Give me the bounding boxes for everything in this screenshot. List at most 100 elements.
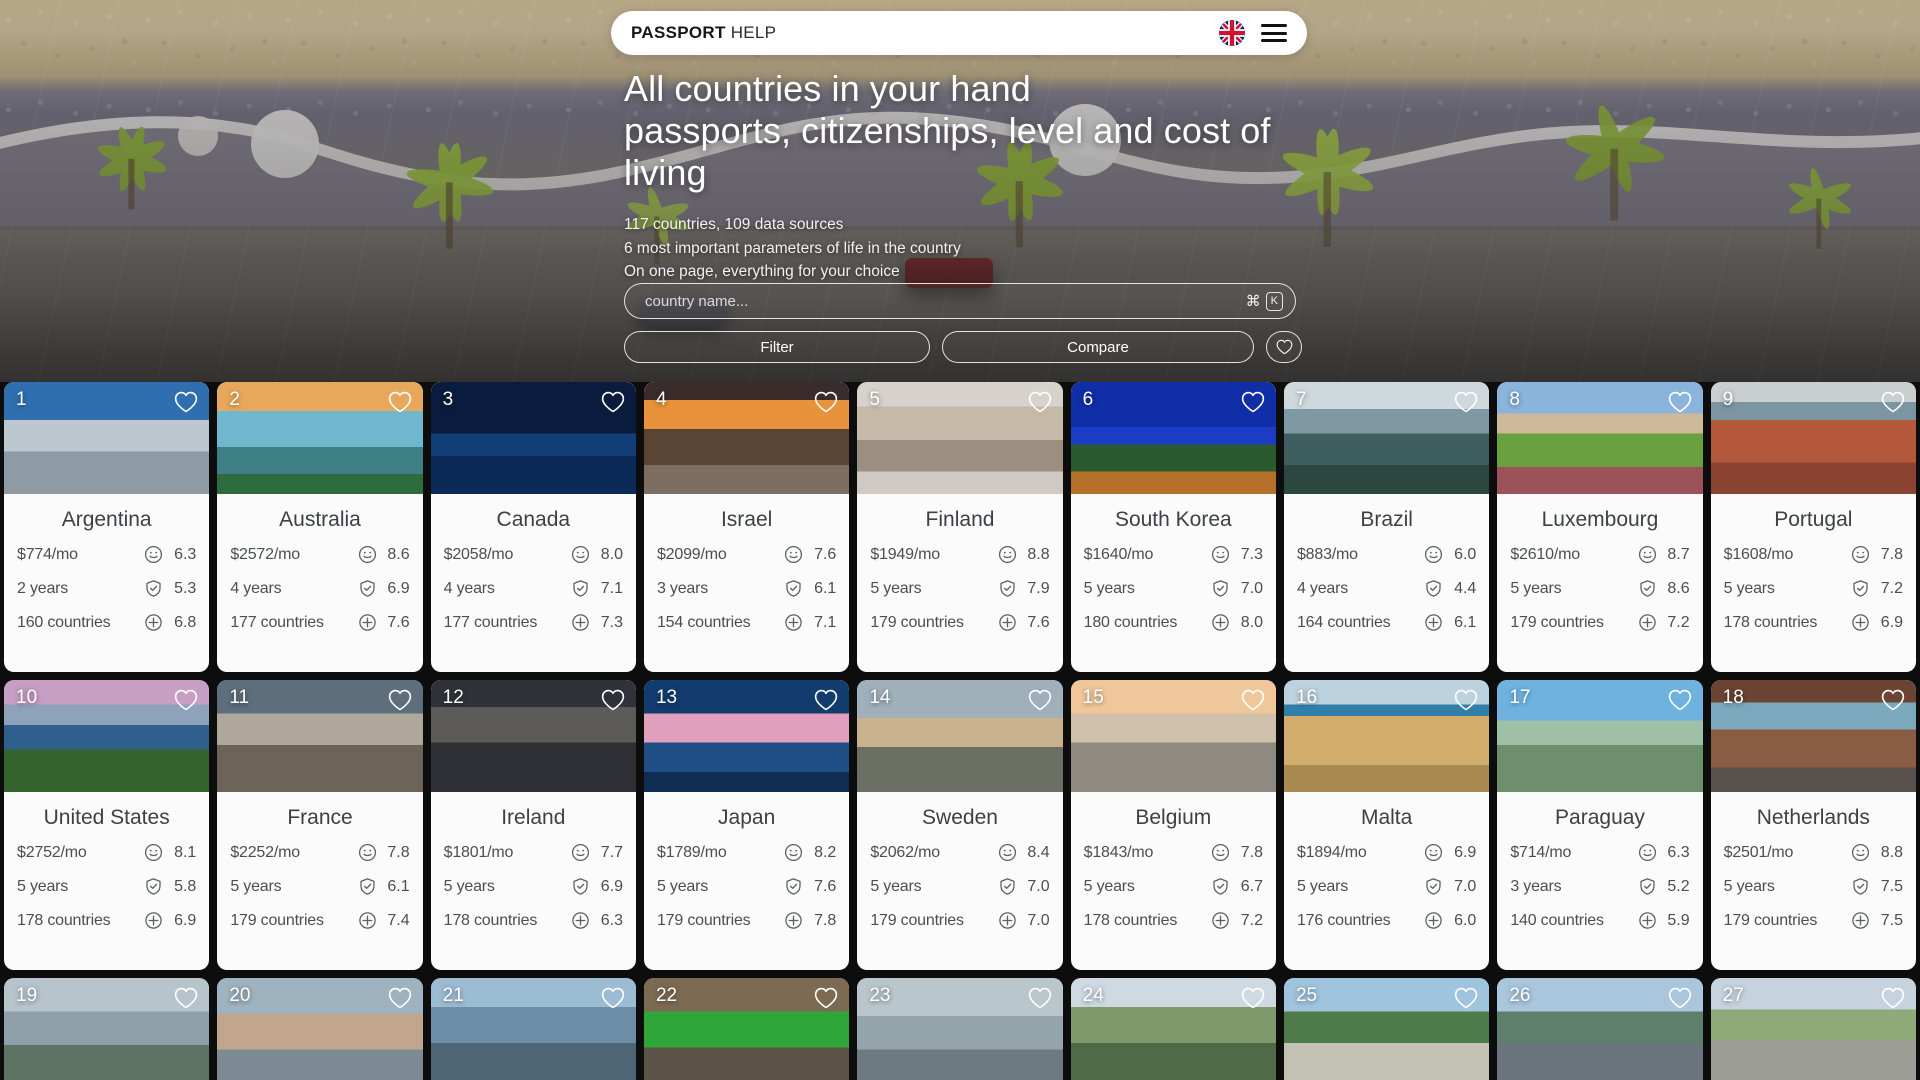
country-card[interactable]: 20 (217, 978, 423, 1080)
favorite-heart-icon[interactable] (1454, 688, 1478, 712)
smiley-face-icon (571, 843, 590, 862)
country-card[interactable]: 2 Australia $2572/mo 8.6 4 years 6.9 177 co… (217, 382, 423, 672)
favorite-heart-icon[interactable] (1668, 688, 1692, 712)
stat-score-group: 6.1 (1424, 613, 1476, 632)
favorite-heart-icon[interactable] (388, 390, 412, 414)
card-rank-number: 6 (1082, 389, 1094, 410)
stat-score-group: 7.0 (1211, 579, 1263, 598)
country-card[interactable]: 13 Japan $1789/mo 8.2 5 years 7.6 179 count… (643, 680, 850, 970)
favorite-heart-icon[interactable] (388, 688, 412, 712)
favorite-heart-icon[interactable] (1668, 390, 1692, 414)
smiley-face-icon (1425, 545, 1443, 564)
stat-score-group: 6.1 (358, 877, 410, 896)
favorite-heart-icon[interactable] (1881, 986, 1905, 1010)
stat-score-group: 7.2 (1851, 579, 1903, 598)
uk-flag-icon[interactable] (1219, 20, 1245, 46)
country-card[interactable]: 10 United States $2752/mo 8.1 5 years 5.8 1… (4, 680, 210, 970)
stat-score: 7.8 (1880, 545, 1903, 563)
country-card[interactable]: 11 France $2252/mo 7.8 5 years 6.1 179 coun… (217, 680, 423, 970)
country-card[interactable]: 27 (1710, 978, 1916, 1080)
favorite-heart-icon[interactable] (601, 688, 625, 712)
country-card[interactable]: 25 (1283, 978, 1490, 1080)
filter-button[interactable]: Filter (624, 331, 930, 363)
favorite-heart-icon[interactable] (1881, 688, 1905, 712)
country-card[interactable]: 8 Luxembourg $2610/mo 8.7 5 years 8.6 179 c… (1497, 382, 1703, 672)
hamburger-menu-icon[interactable] (1261, 24, 1287, 42)
stat-label: $883/mo (1296, 545, 1358, 563)
hero-title-line-2: passports, citizenships, level and cost … (624, 109, 1271, 151)
favorites-button[interactable] (1266, 331, 1302, 363)
card-rank-number: 16 (1295, 687, 1318, 708)
smiley-face-icon (1211, 843, 1230, 862)
plus-circle-icon (1425, 614, 1443, 631)
favorite-heart-icon[interactable] (174, 688, 198, 712)
country-card[interactable]: 18 Netherlands $2501/mo 8.8 5 years 7.5 179… (1710, 680, 1916, 970)
visa-free-countries-stat: 178 countries 6.3 (444, 911, 623, 930)
stat-label: 5 years (1083, 579, 1135, 597)
country-card[interactable]: 14 Sweden $2062/mo 8.4 5 years 7.0 179 coun… (857, 680, 1063, 970)
country-card[interactable]: 6 South Korea $1640/mo 7.3 5 years 7.0 180 … (1070, 382, 1276, 672)
country-card[interactable]: 22 (643, 978, 850, 1080)
country-card[interactable]: 23 (857, 978, 1063, 1080)
cost-of-living-stat: $2610/mo 8.7 (1510, 545, 1690, 564)
stat-score-group: 7.0 (1424, 877, 1476, 896)
residency-years-stat: 5 years 7.9 (870, 579, 1050, 598)
card-rank-number: 2 (229, 389, 240, 410)
favorite-heart-icon[interactable] (601, 390, 625, 414)
favorite-heart-icon[interactable] (1454, 986, 1478, 1010)
residency-years-stat: 5 years 6.1 (230, 877, 410, 896)
search-input[interactable] (645, 292, 1246, 310)
stat-score: 5.3 (174, 579, 197, 597)
favorite-heart-icon[interactable] (814, 390, 838, 414)
smiley-face-icon (1851, 545, 1870, 564)
country-card[interactable]: 4 Israel $2099/mo 7.6 3 years 6.1 154 count… (643, 382, 850, 672)
card-body: Paraguay $714/mo 6.3 3 years 5.2 140 countr… (1497, 792, 1702, 940)
country-card[interactable]: 7 Brazil $883/mo 6.0 4 years 4.4 164 countr… (1283, 382, 1490, 672)
country-card[interactable]: 19 (4, 978, 210, 1080)
stat-score-group: 7.0 (998, 911, 1050, 930)
favorite-heart-icon[interactable] (814, 688, 838, 712)
favorite-heart-icon[interactable] (1454, 390, 1478, 414)
visa-free-countries-stat: 154 countries 7.1 (657, 613, 836, 632)
country-card[interactable]: 1 Argentina $774/mo 6.3 2 years 5.3 160 cou… (4, 382, 210, 672)
residency-years-stat: 4 years 4.4 (1297, 579, 1476, 598)
stat-label: 178 countries (1083, 911, 1178, 929)
country-name: Ireland (501, 806, 566, 829)
stat-score: 7.1 (600, 579, 623, 597)
compare-button[interactable]: Compare (942, 331, 1254, 363)
favorite-heart-icon[interactable] (388, 986, 412, 1010)
favorite-heart-icon[interactable] (1028, 688, 1052, 712)
stat-score-group: 7.8 (784, 911, 836, 930)
country-card[interactable]: 16 Malta $1894/mo 6.9 5 years 7.0 176 count… (1283, 680, 1490, 970)
country-card[interactable]: 12 Ireland $1801/mo 7.7 5 years 6.9 178 cou… (430, 680, 636, 970)
country-card[interactable]: 9 Portugal $1608/mo 7.8 5 years 7.2 178 cou… (1710, 382, 1916, 672)
favorite-heart-icon[interactable] (601, 986, 625, 1010)
country-card[interactable]: 26 (1497, 978, 1703, 1080)
smiley-face-icon (571, 545, 590, 564)
stat-score: 7.0 (1454, 877, 1477, 895)
favorite-heart-icon[interactable] (1028, 986, 1052, 1010)
favorite-heart-icon[interactable] (814, 986, 838, 1010)
favorite-heart-icon[interactable] (1241, 986, 1265, 1010)
card-rank-number: 9 (1722, 389, 1734, 410)
favorite-heart-icon[interactable] (1028, 390, 1052, 414)
plus-circle-icon (785, 912, 803, 929)
favorite-heart-icon[interactable] (174, 390, 198, 414)
favorite-heart-icon[interactable] (174, 986, 198, 1010)
favorite-heart-icon[interactable] (1241, 390, 1265, 414)
brand-logo[interactable]: PASSPORT HELP (631, 23, 776, 43)
country-card[interactable]: 21 (430, 978, 636, 1080)
favorite-heart-icon[interactable] (1241, 688, 1265, 712)
favorite-heart-icon[interactable] (1668, 986, 1692, 1010)
stat-score: 7.0 (1027, 877, 1050, 895)
country-card[interactable]: 3 Canada $2058/mo 8.0 4 years 7.1 177 count… (430, 382, 636, 672)
stat-score: 6.7 (1240, 877, 1263, 895)
search-box[interactable]: ⌘ K (624, 283, 1296, 319)
favorite-heart-icon[interactable] (1881, 390, 1905, 414)
country-card[interactable]: 15 Belgium $1843/mo 7.8 5 years 6.7 178 cou… (1070, 680, 1276, 970)
country-card[interactable]: 5 Finland $1949/mo 8.8 5 years 7.9 179 coun… (857, 382, 1063, 672)
country-card[interactable]: 24 (1070, 978, 1276, 1080)
visa-free-countries-stat: 179 countries 7.6 (870, 613, 1050, 632)
country-name: France (287, 806, 353, 829)
country-card[interactable]: 17 Paraguay $714/mo 6.3 3 years 5.2 140 cou… (1497, 680, 1703, 970)
